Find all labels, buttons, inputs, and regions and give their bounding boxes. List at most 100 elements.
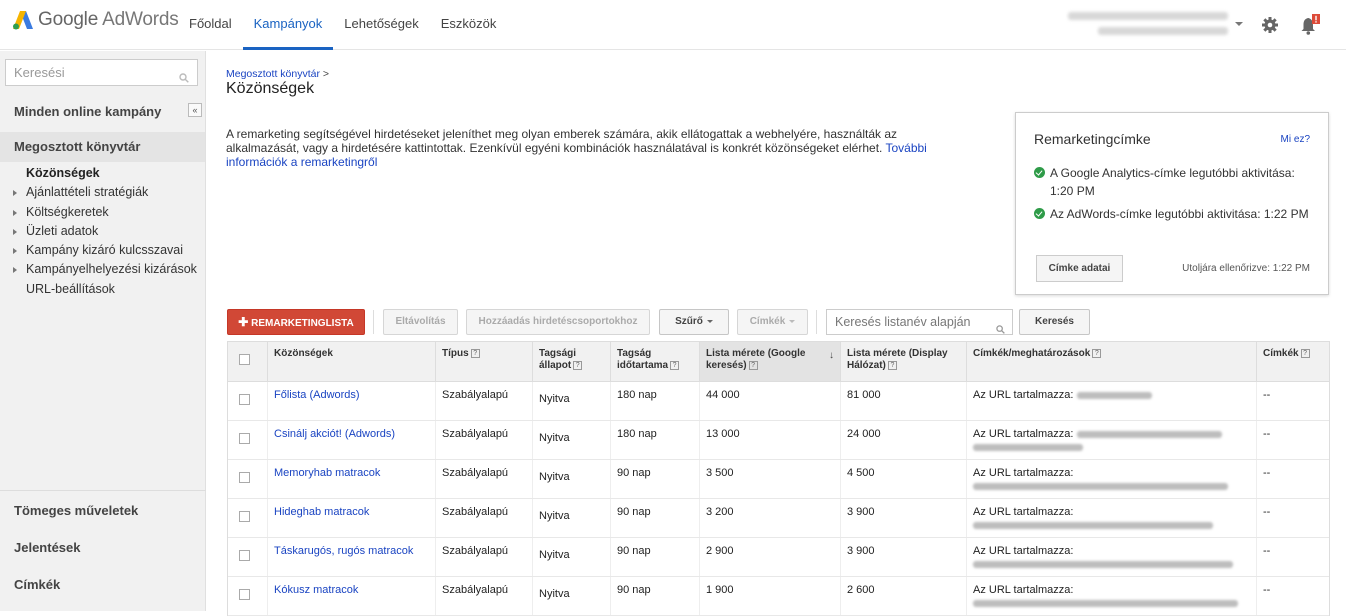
rule-cell: Az URL tartalmazza: (967, 538, 1257, 576)
table-row: Csinálj akciót! (Adwords) Szabályalapú N… (228, 421, 1329, 460)
type-cell: Szabályalapú (436, 421, 533, 459)
sidebar-item-url-settings[interactable]: URL-beállítások (0, 280, 206, 299)
filter-button[interactable]: Szűrő (659, 309, 729, 335)
account-switcher[interactable] (1068, 12, 1228, 42)
audience-link[interactable]: Főlista (Adwords) (274, 389, 360, 401)
status-cell: Nyitva (533, 421, 611, 459)
tag-details-button[interactable]: Címke adatai (1036, 255, 1123, 282)
header-type[interactable]: Típus? (436, 342, 533, 381)
row-checkbox[interactable] (239, 550, 250, 561)
row-checkbox[interactable] (239, 511, 250, 522)
all-campaigns-link[interactable]: Minden online kampány (0, 102, 206, 122)
duration-cell: 90 nap (611, 538, 700, 576)
sidebar-item-negative-keywords[interactable]: Kampány kizáró kulcsszavai (0, 241, 206, 260)
page-title: Közönségek (226, 80, 315, 97)
row-checkbox[interactable] (239, 394, 250, 405)
expand-triangle-icon (13, 209, 17, 216)
help-icon[interactable]: ? (573, 360, 583, 370)
chevron-down-icon (789, 319, 796, 323)
help-icon[interactable]: ? (887, 360, 897, 370)
sidebar-item-budgets[interactable]: Költségkeretek (0, 203, 206, 222)
sidebar-search-input[interactable]: Keresési (5, 59, 198, 86)
header-audience[interactable]: Közönségek (268, 342, 436, 381)
audience-table: Közönségek Típus? Tagsági állapot? Tagsá… (227, 341, 1330, 616)
rule-cell: Az URL tartalmazza: (967, 499, 1257, 537)
audience-link[interactable]: Kókusz matracok (274, 584, 358, 596)
help-icon[interactable]: ? (470, 348, 480, 358)
adwords-logo[interactable]: Google AdWords (12, 9, 179, 31)
gear-icon[interactable] (1261, 16, 1279, 34)
audience-link[interactable]: Hideghab matracok (274, 506, 369, 518)
check-circle-icon (1034, 208, 1045, 219)
rule-cell: Az URL tartalmazza: (967, 421, 1257, 459)
redacted-url (973, 443, 1083, 451)
chevron-down-icon (706, 319, 713, 323)
row-checkbox[interactable] (239, 472, 250, 483)
rule-cell: Az URL tartalmazza: (967, 460, 1257, 498)
shared-library-link[interactable]: Megosztott könyvtár (0, 132, 205, 162)
row-checkbox[interactable] (239, 433, 250, 444)
search-icon[interactable] (996, 318, 1005, 334)
size-display-cell: 4 500 (841, 460, 967, 498)
collapse-sidebar-button[interactable]: « (188, 103, 202, 117)
header-duration[interactable]: Tagság időtartama? (611, 342, 700, 381)
table-row: Főlista (Adwords) Szabályalapú Nyitva 18… (228, 382, 1329, 421)
header-status[interactable]: Tagsági állapot? (533, 342, 611, 381)
remarketing-tag-panel: Remarketingcímke Mi ez? A Google Analyti… (1015, 112, 1329, 295)
audience-link[interactable]: Csinálj akciót! (Adwords) (274, 428, 395, 440)
redacted-url (973, 482, 1228, 490)
chevron-down-icon[interactable] (1235, 22, 1243, 26)
notification-bell-icon[interactable] (1300, 14, 1320, 36)
sidebar: Keresési Minden online kampány « Megoszt… (0, 51, 206, 611)
labels-button[interactable]: Címkék (737, 309, 808, 335)
type-cell: Szabályalapú (436, 499, 533, 537)
size-display-cell: 3 900 (841, 499, 967, 537)
type-cell: Szabályalapú (436, 460, 533, 498)
select-all-checkbox[interactable] (239, 354, 250, 365)
audience-link[interactable]: Táskarugós, rugós matracok (274, 545, 413, 557)
reports-link[interactable]: Jelentések (0, 540, 206, 555)
help-icon[interactable]: ? (748, 360, 758, 370)
size-display-cell: 24 000 (841, 421, 967, 459)
breadcrumb-shared-library[interactable]: Megosztott könyvtár (226, 68, 320, 80)
nav-item-tools[interactable]: Eszközök (430, 0, 508, 50)
nav-item-campaigns[interactable]: Kampányok (242, 0, 334, 50)
search-icon[interactable] (179, 66, 189, 83)
labels-link[interactable]: Címkék (0, 577, 206, 592)
size-display-cell: 81 000 (841, 382, 967, 420)
redacted-url (1076, 391, 1152, 399)
nav-item-opportunities[interactable]: Lehetőségek (333, 0, 429, 50)
what-is-this-link[interactable]: Mi ez? (1281, 134, 1310, 145)
header-labels[interactable]: Címkék? (1257, 342, 1329, 381)
sidebar-item-business-data[interactable]: Üzleti adatok (0, 222, 206, 241)
expand-triangle-icon (13, 248, 17, 255)
header-tags[interactable]: Címkék/meghatározások? (967, 342, 1257, 381)
add-remarketing-list-button[interactable]: ✚ REMARKETINGLISTA (227, 309, 365, 335)
search-button[interactable]: Keresés (1019, 309, 1090, 335)
size-search-cell: 13 000 (700, 421, 841, 459)
header-size-search[interactable]: Lista mérete (Google keresés)? ↓ (700, 342, 841, 381)
nav-item-home[interactable]: Főoldal (178, 0, 243, 50)
list-name-search-input[interactable]: Keresés listanév alapján (826, 309, 1013, 335)
remarketing-panel-title: Remarketingcímke (1034, 131, 1151, 147)
row-checkbox[interactable] (239, 589, 250, 600)
sidebar-item-bid-strategies[interactable]: Ajánlattételi stratégiák (0, 183, 206, 202)
add-to-adgroups-button[interactable]: Hozzáadás hirdetéscsoportokhoz (466, 309, 650, 335)
bulk-operations-link[interactable]: Tömeges műveletek (0, 503, 206, 518)
sidebar-item-placement-exclusions[interactable]: Kampányelhelyezési kizárások (0, 260, 206, 279)
sidebar-item-audiences[interactable]: Közönségek (0, 164, 206, 183)
help-icon[interactable]: ? (1092, 348, 1102, 358)
size-search-cell: 44 000 (700, 382, 841, 420)
expand-triangle-icon (13, 228, 17, 235)
label-cell: -- (1263, 428, 1271, 440)
header-size-display[interactable]: Lista mérete (Display Hálózat)? (841, 342, 967, 381)
help-icon[interactable]: ? (670, 360, 680, 370)
audience-link[interactable]: Memoryhab matracok (274, 467, 380, 479)
type-cell: Szabályalapú (436, 382, 533, 420)
duration-cell: 90 nap (611, 460, 700, 498)
adwords-logo-icon (12, 9, 34, 31)
help-icon[interactable]: ? (1300, 348, 1310, 358)
table-row: Memoryhab matracok Szabályalapú Nyitva 9… (228, 460, 1329, 499)
remove-button[interactable]: Eltávolítás (383, 309, 458, 335)
label-cell: -- (1263, 545, 1271, 557)
